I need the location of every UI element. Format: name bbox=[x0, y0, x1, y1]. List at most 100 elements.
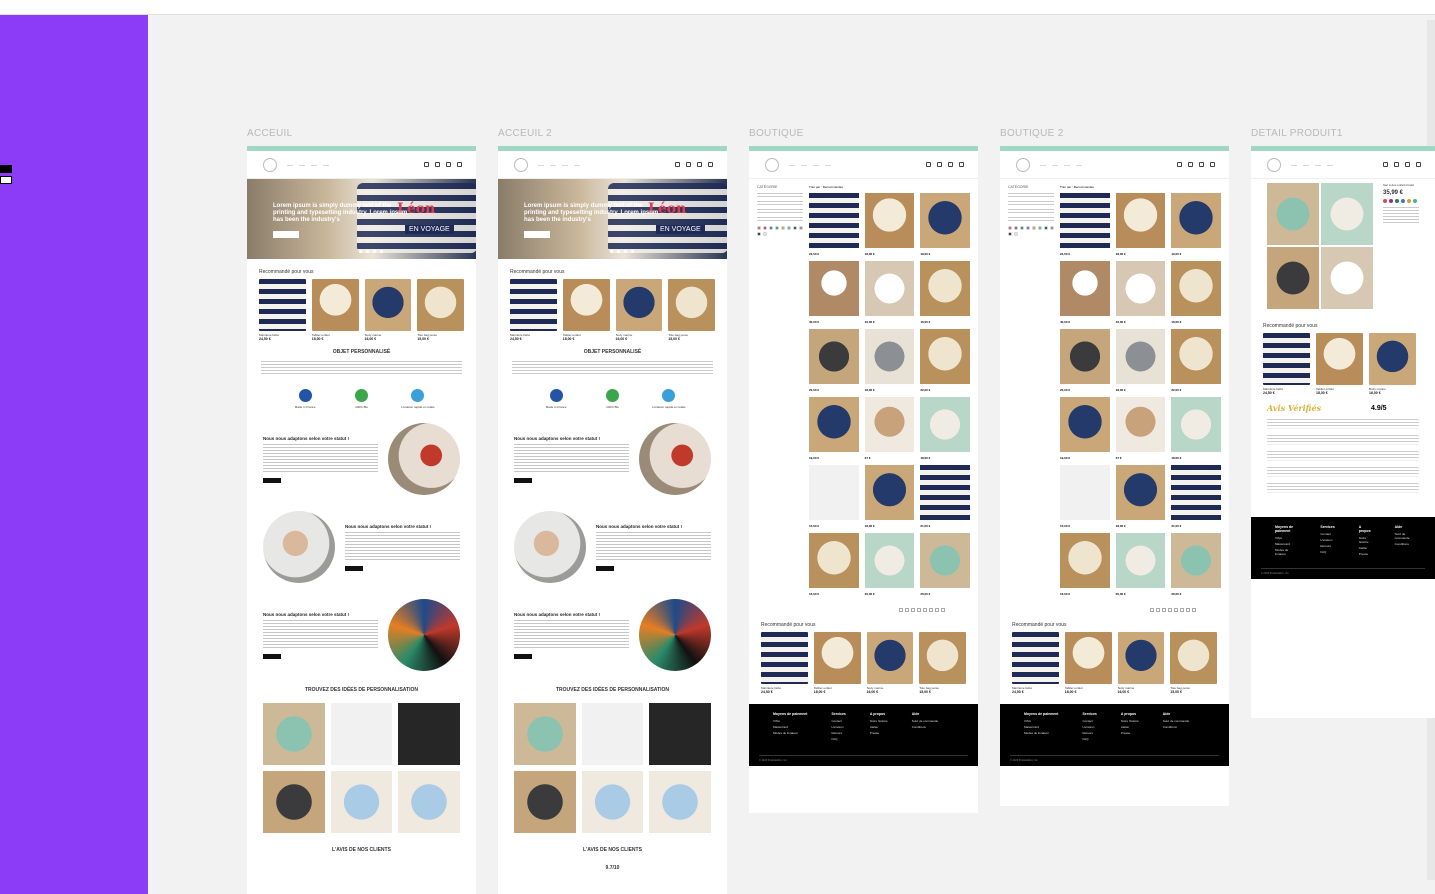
shop-product-card[interactable]: 18,00 € bbox=[1115, 193, 1166, 256]
product-image[interactable] bbox=[809, 329, 859, 384]
idea-image[interactable] bbox=[514, 771, 576, 833]
product-image[interactable] bbox=[1171, 193, 1221, 248]
shop-product-card[interactable]: 16,00 € bbox=[809, 533, 859, 596]
user-icon[interactable] bbox=[937, 162, 942, 167]
color-swatch[interactable] bbox=[1026, 226, 1030, 230]
product-image[interactable] bbox=[864, 329, 915, 384]
shop-product-card[interactable]: 16,00 € bbox=[1115, 261, 1166, 324]
logo-icon[interactable] bbox=[765, 157, 779, 172]
cart-icon[interactable] bbox=[1210, 162, 1215, 167]
layer-marker[interactable] bbox=[0, 176, 12, 184]
shop-product-card[interactable]: 18,00 € bbox=[1115, 329, 1166, 392]
footer-link[interactable]: Contact bbox=[831, 719, 845, 723]
product-image[interactable] bbox=[920, 465, 970, 520]
shop-product-card[interactable]: 26,00 € bbox=[1171, 533, 1221, 596]
filter-option[interactable] bbox=[1008, 201, 1054, 207]
logo-icon[interactable] bbox=[514, 157, 528, 172]
footer-link[interactable]: Conditions bbox=[1163, 725, 1189, 729]
product-image[interactable] bbox=[1316, 333, 1363, 385]
product-card[interactable]: Tote bag perso 15,00 € bbox=[417, 279, 464, 341]
shop-product-card[interactable]: 20,00 € bbox=[864, 533, 915, 596]
footer-link[interactable]: Contact bbox=[1082, 719, 1096, 723]
page-button[interactable] bbox=[1186, 608, 1190, 612]
footer-link[interactable]: Atelier bbox=[870, 725, 888, 729]
nav-link[interactable]: —— bbox=[538, 163, 544, 167]
layer-marker[interactable] bbox=[0, 165, 12, 173]
footer-link[interactable]: Conditions bbox=[912, 725, 938, 729]
gallery-image[interactable] bbox=[1321, 183, 1373, 245]
color-swatch[interactable] bbox=[793, 226, 797, 230]
page-button[interactable] bbox=[1174, 608, 1178, 612]
footer-link[interactable]: Livraison bbox=[1082, 725, 1096, 729]
color-swatch[interactable] bbox=[1395, 199, 1399, 203]
frame-label[interactable]: ACCEUIL 2 bbox=[498, 128, 552, 139]
cart-icon[interactable] bbox=[1416, 162, 1421, 167]
color-swatch[interactable] bbox=[781, 226, 785, 230]
product-image[interactable] bbox=[668, 279, 715, 331]
shop-product-card[interactable]: 16,00 € bbox=[1060, 533, 1110, 596]
logo-icon[interactable] bbox=[1016, 157, 1030, 172]
shop-product-card[interactable]: 19,00 € bbox=[920, 193, 970, 256]
product-image[interactable] bbox=[813, 632, 861, 684]
frame-detail-produit[interactable]: —— —— —— —— Sac à dos enfant brodé 35,99 € Rec… bbox=[1251, 146, 1435, 718]
nav-link[interactable]: —— bbox=[550, 163, 556, 167]
search-icon[interactable] bbox=[424, 162, 429, 167]
product-card[interactable]: Body marine 16,00 € bbox=[364, 279, 412, 341]
footer-link[interactable]: FAQ bbox=[831, 737, 845, 741]
heart-icon[interactable] bbox=[948, 162, 953, 167]
carousel-dot[interactable] bbox=[373, 250, 376, 253]
color-swatch[interactable] bbox=[1401, 199, 1405, 203]
shop-product-card[interactable]: 18,00 € bbox=[864, 193, 915, 256]
product-image[interactable] bbox=[1171, 329, 1221, 384]
footer-link[interactable]: VISA bbox=[773, 719, 807, 723]
product-image[interactable] bbox=[809, 397, 859, 452]
idea-image[interactable] bbox=[398, 703, 460, 765]
shop-product-card[interactable]: 16,00 € bbox=[1171, 261, 1221, 324]
idea-image[interactable] bbox=[581, 703, 644, 765]
frame-label[interactable]: DETAIL PRODUIT1 bbox=[1251, 128, 1343, 139]
carousel-dot[interactable] bbox=[380, 250, 383, 253]
nav-link[interactable]: —— bbox=[1315, 163, 1321, 167]
idea-image[interactable] bbox=[398, 771, 460, 833]
carousel-dot[interactable] bbox=[617, 250, 620, 253]
adapt-button[interactable] bbox=[514, 477, 532, 483]
nav-link[interactable]: —— bbox=[1291, 163, 1297, 167]
idea-image[interactable] bbox=[581, 771, 644, 833]
footer-link[interactable]: VISA bbox=[1275, 536, 1296, 540]
shop-product-card[interactable]: 16,00 € bbox=[920, 261, 970, 324]
cart-icon[interactable] bbox=[708, 162, 713, 167]
product-image[interactable] bbox=[1115, 193, 1166, 248]
footer-link[interactable]: Retours bbox=[1320, 544, 1334, 548]
page-button[interactable] bbox=[1162, 608, 1166, 612]
product-image[interactable] bbox=[311, 279, 359, 331]
search-icon[interactable] bbox=[1177, 162, 1182, 167]
page-button[interactable] bbox=[917, 608, 921, 612]
product-image[interactable] bbox=[259, 279, 306, 331]
product-image[interactable] bbox=[809, 533, 859, 588]
idea-item[interactable] bbox=[398, 771, 460, 833]
product-image[interactable] bbox=[1060, 533, 1110, 588]
heart-icon[interactable] bbox=[446, 162, 451, 167]
color-swatch[interactable] bbox=[757, 232, 761, 236]
product-image[interactable] bbox=[809, 261, 859, 316]
adapt-button[interactable] bbox=[596, 565, 614, 571]
idea-item[interactable] bbox=[649, 771, 711, 833]
product-image[interactable] bbox=[1171, 533, 1221, 588]
idea-image[interactable] bbox=[330, 771, 393, 833]
frame-label[interactable]: ACCEUIL bbox=[247, 128, 292, 139]
frame-label[interactable]: BOUTIQUE 2 bbox=[1000, 128, 1064, 139]
gallery-image[interactable] bbox=[1267, 247, 1319, 309]
nav-link[interactable]: —— bbox=[789, 163, 795, 167]
color-swatch[interactable] bbox=[1407, 199, 1411, 203]
product-card[interactable]: Body marine 16,00 € bbox=[1369, 333, 1416, 395]
user-icon[interactable] bbox=[1188, 162, 1193, 167]
nav-link[interactable]: —— bbox=[323, 163, 329, 167]
shop-product-card[interactable]: 16,00 € bbox=[864, 261, 915, 324]
product-image[interactable] bbox=[1060, 465, 1110, 520]
product-card[interactable]: Tote bag perso 15,00 € bbox=[1170, 632, 1217, 694]
shop-product-card[interactable]: 19,00 € bbox=[809, 397, 859, 460]
color-swatch[interactable] bbox=[1050, 226, 1054, 230]
product-image[interactable] bbox=[1060, 329, 1110, 384]
page-button[interactable] bbox=[899, 608, 903, 612]
footer-link[interactable]: Presse bbox=[1121, 731, 1139, 735]
